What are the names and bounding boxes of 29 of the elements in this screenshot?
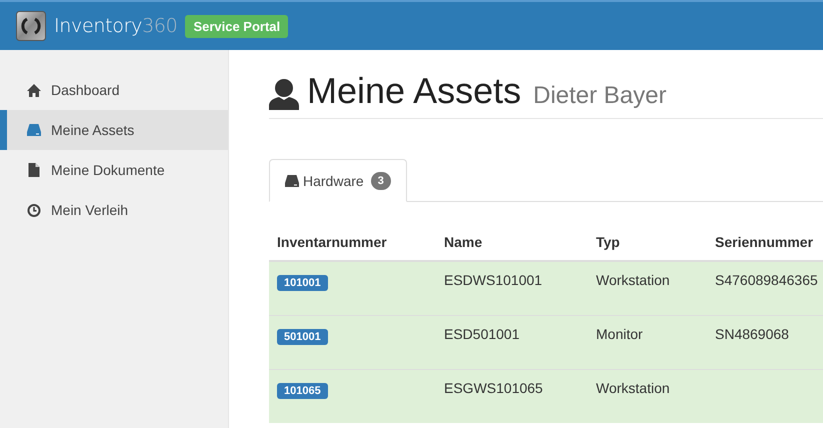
table-cell: ESGWS101065 (436, 370, 588, 423)
file-icon (27, 163, 41, 177)
drive-icon (27, 124, 41, 136)
logo-icon (16, 11, 46, 41)
home-icon (27, 84, 41, 96)
user-icon (269, 78, 299, 110)
brand-name[interactable]: Inventory360 (54, 15, 178, 37)
clock-icon (27, 204, 41, 216)
sidebar-item[interactable]: Dashboard (0, 70, 228, 110)
table-cell: Workstation (588, 370, 707, 423)
count-badge: 3 (370, 172, 391, 190)
table-cell: ESD501001 (436, 316, 588, 370)
tab-label: Hardware (303, 172, 364, 188)
sidebar-item[interactable]: Mein Verleih (0, 190, 228, 230)
table-cell: Monitor (588, 316, 707, 370)
page-title: Meine Assets (307, 70, 522, 112)
table-cell: SN4869068 (707, 316, 823, 370)
sidebar-item[interactable]: Meine Assets (0, 110, 228, 150)
table-cell: ESDWS101001 (436, 261, 588, 316)
sidebar-item[interactable]: Meine Dokumente (0, 150, 228, 190)
portal-badge: Service Portal (185, 14, 288, 38)
hardware-tab[interactable]: Hardware 3 (269, 159, 407, 202)
table-cell: Workstation (588, 261, 707, 316)
drive-icon (285, 174, 299, 186)
user-name: Dieter Bayer (533, 82, 666, 110)
inventory-number-label[interactable]: 101065 (277, 383, 328, 399)
table-cell: S476089846365 (707, 261, 823, 316)
inventory-number-label[interactable]: 101001 (277, 275, 328, 291)
inventory-number-label[interactable]: 501001 (277, 329, 328, 345)
